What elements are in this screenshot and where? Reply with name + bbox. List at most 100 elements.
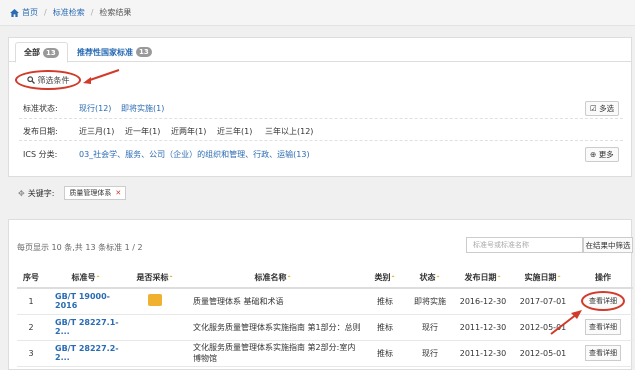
col-impl-label: 实施日期 — [524, 273, 557, 282]
breadcrumb-search[interactable]: 标准检索 — [53, 7, 85, 18]
status-option-current[interactable]: 现行(12) — [79, 103, 111, 114]
cell-adopt — [127, 314, 183, 341]
status-option-upcoming[interactable]: 即将实施(1) — [121, 103, 164, 114]
divider — [19, 140, 623, 141]
col-status-label: 状态 — [419, 273, 436, 282]
col-type-label: 类别 — [374, 273, 391, 282]
cell-code-link[interactable]: GB/T 28227.1-2... — [45, 314, 127, 341]
breadcrumb-current: 检索结果 — [99, 8, 132, 17]
ics-label: ICS 分类: — [23, 150, 58, 159]
col-impl[interactable]: 实施日期⌃ — [513, 268, 573, 289]
breadcrumb-separator: / — [44, 8, 47, 17]
close-icon[interactable]: ✕ — [115, 189, 121, 197]
sort-icon: ⌃ — [168, 275, 174, 282]
sort-icon: ⌃ — [286, 275, 292, 282]
col-name[interactable]: 标准名称⌃ — [183, 268, 363, 289]
cell-status: 即将实施 — [407, 288, 453, 315]
result-count: 每页显示 10 条,共 13 条标准 1 / 2 — [17, 243, 143, 252]
sort-icon: ⌃ — [95, 275, 101, 282]
cell-type: 推标 — [363, 314, 407, 341]
annotation-arrow-icon — [550, 310, 582, 335]
plus-circle-icon: ⊕ — [590, 150, 597, 159]
cell-type: 推标 — [363, 340, 407, 367]
cell-impl: 2012-05-01 — [513, 340, 573, 367]
col-status[interactable]: 状态⌃ — [407, 268, 453, 289]
cell-no: 3 — [17, 340, 45, 367]
keyword-tag[interactable]: 质量管理体系 ✕ — [64, 186, 127, 200]
tab-all-count: 13 — [43, 47, 59, 58]
ics-option[interactable]: 03_社会学、服务、公司（企业）的组织和管理、行政、运输(13) — [79, 149, 310, 160]
cell-pub: 2011-12-30 — [453, 314, 513, 341]
table-row: 3 GB/T 28227.2-2... 文化服务质量管理体系实施指南 第2部分:… — [17, 340, 633, 367]
col-adopt-label: 是否采标 — [136, 273, 169, 282]
col-type[interactable]: 类别⌃ — [363, 268, 407, 289]
cell-pub: 2016-12-30 — [453, 288, 513, 315]
search-input[interactable]: 标准号或标准名称 — [466, 237, 583, 253]
tab-all[interactable]: 全部 13 — [15, 42, 68, 63]
cell-adopt — [127, 288, 183, 315]
cell-no: 1 — [17, 288, 45, 315]
filter-in-results-button[interactable]: 在结果中筛选 — [583, 237, 633, 253]
col-code[interactable]: 标准号⌃ — [45, 268, 127, 289]
col-no: 序号 — [17, 268, 45, 289]
table-row: 1 GB/T 19000-2016 质量管理体系 基础和术语 推标 即将实施 2… — [17, 288, 633, 315]
more-button[interactable]: ⊕ 更多 — [585, 147, 619, 162]
tab-recommended[interactable]: 推荐性国家标准 13 — [69, 42, 160, 62]
cell-type: 推标 — [363, 288, 407, 315]
multi-select-label: 多选 — [599, 104, 615, 113]
adopt-badge-icon — [148, 294, 162, 307]
more-label: 更多 — [598, 150, 614, 159]
keyword-row: ✥ 关键字: 质量管理体系 ✕ — [18, 186, 127, 200]
date-option[interactable]: 近三月(1) — [79, 126, 114, 137]
table-header: 序号 标准号⌃ 是否采标⌃ 标准名称⌃ 类别⌃ 状态⌃ 发布日期⌃ 实施日期⌃ … — [17, 268, 633, 289]
cell-status: 现行 — [407, 314, 453, 341]
view-detail-button[interactable]: 查看详细 — [581, 291, 625, 312]
tab-recommended-count: 13 — [136, 47, 152, 57]
breadcrumb-home[interactable]: 首页 — [22, 7, 38, 18]
breadcrumb: 首页 / 标准检索 / 检索结果 — [0, 0, 635, 26]
filter-title: 筛选条件 — [15, 70, 81, 90]
filter-title-label: 筛选条件 — [37, 75, 70, 85]
cell-code-link[interactable]: GB/T 19000-2016 — [45, 288, 127, 315]
date-label: 发布日期: — [23, 127, 58, 136]
cell-no: 2 — [17, 314, 45, 341]
keyword-label: 关键字: — [27, 188, 55, 198]
home-icon — [10, 8, 19, 17]
results-table: 序号 标准号⌃ 是否采标⌃ 标准名称⌃ 类别⌃ 状态⌃ 发布日期⌃ 实施日期⌃ … — [17, 268, 633, 367]
col-name-label: 标准名称 — [254, 273, 287, 282]
table-row: 2 GB/T 28227.1-2... 文化服务质量管理体系实施指南 第1部分：… — [17, 314, 633, 341]
multi-select-button[interactable]: ☑ 多选 — [585, 101, 620, 116]
status-label: 标准状态: — [23, 104, 58, 113]
tab-recommended-label: 推荐性国家标准 — [77, 47, 133, 57]
sort-icon: ⌃ — [390, 275, 396, 282]
view-detail-button[interactable]: 查看详细 — [585, 319, 621, 335]
date-option[interactable]: 近两年(1) — [171, 126, 206, 137]
date-option[interactable]: 三年以上(12) — [265, 126, 313, 137]
cell-name: 质量管理体系 基础和术语 — [183, 288, 363, 315]
tab-all-label: 全部 — [24, 48, 40, 57]
col-pub[interactable]: 发布日期⌃ — [453, 268, 513, 289]
annotation-arrow-icon — [83, 69, 120, 84]
search-icon — [26, 76, 35, 84]
sort-icon: ⌃ — [496, 275, 502, 282]
view-detail-button[interactable]: 查看详细 — [585, 345, 621, 361]
cell-name: 文化服务质量管理体系实施指南 第2部分:室内博物馆 — [183, 340, 363, 367]
cell-adopt — [127, 340, 183, 367]
tag-icon: ✥ — [18, 188, 25, 198]
col-adopt[interactable]: 是否采标⌃ — [127, 268, 183, 289]
col-action: 操作 — [573, 268, 633, 289]
edit-icon: ☑ — [590, 104, 597, 113]
tab-bar: 全部 13 推荐性国家标准 13 — [9, 38, 631, 63]
date-option[interactable]: 近一年(1) — [125, 126, 160, 137]
keyword-tag-label: 质量管理体系 — [69, 189, 112, 197]
col-pub-label: 发布日期 — [464, 273, 497, 282]
breadcrumb-separator: / — [90, 8, 94, 17]
results-panel: 每页显示 10 条,共 13 条标准 1 / 2 标准号或标准名称 在结果中筛选… — [8, 219, 633, 370]
cell-code-link[interactable]: GB/T 28227.2-2... — [45, 340, 127, 367]
cell-pub: 2011-12-30 — [453, 340, 513, 367]
col-code-label: 标准号 — [71, 273, 96, 282]
cell-action: 查看详细 — [573, 340, 633, 367]
date-option[interactable]: 近三年(1) — [217, 126, 252, 137]
cell-status: 现行 — [407, 340, 453, 367]
divider — [19, 118, 623, 119]
